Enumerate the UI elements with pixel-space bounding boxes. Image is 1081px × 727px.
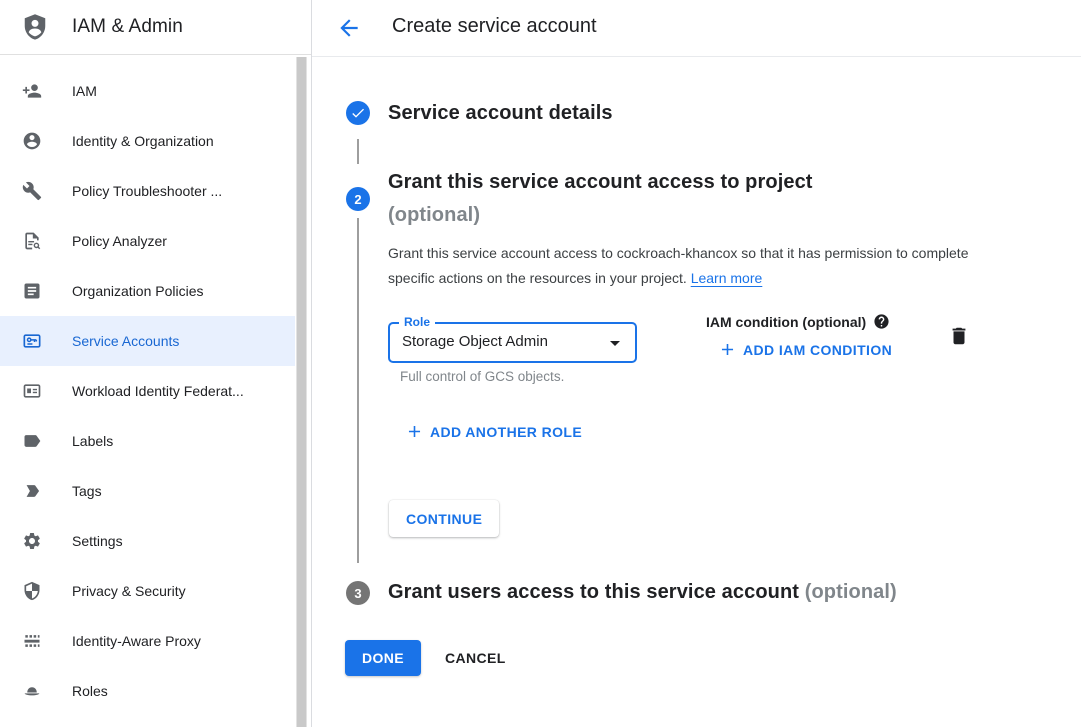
- sidebar-item-identity-organization[interactable]: Identity & Organization: [0, 116, 295, 166]
- sidebar-header: IAM & Admin: [0, 0, 311, 55]
- sidebar-item-service-accounts[interactable]: Service Accounts: [0, 316, 295, 366]
- add-another-role-button[interactable]: ADD ANOTHER ROLE: [405, 422, 582, 441]
- sidebar-item-label: Tags: [72, 483, 102, 499]
- step1-title: Service account details: [388, 100, 613, 126]
- plus-icon: [405, 422, 424, 441]
- sidebar-item-tags[interactable]: Tags: [0, 466, 295, 516]
- help-icon[interactable]: [873, 313, 890, 330]
- sidebar-item-labels[interactable]: Labels: [0, 416, 295, 466]
- sidebar-item-label: Workload Identity Federat...: [72, 383, 244, 399]
- iam-admin-shield-icon: [20, 12, 50, 42]
- sidebar-item-label: Policy Analyzer: [72, 233, 167, 249]
- sidebar-item-workload-identity-federation[interactable]: Workload Identity Federat...: [0, 366, 295, 416]
- policy-analyzer-icon: [22, 231, 42, 251]
- iam-condition-label: IAM condition (optional): [706, 314, 866, 330]
- sidebar-item-label: Settings: [72, 533, 123, 549]
- step3-optional-label: (optional): [805, 581, 897, 603]
- step-connector: [357, 139, 359, 164]
- sidebar-item-policy-troubleshooter[interactable]: Policy Troubleshooter ...: [0, 166, 295, 216]
- sidebar-item-privacy-security[interactable]: Privacy & Security: [0, 566, 295, 616]
- learn-more-link[interactable]: Learn more: [691, 270, 763, 286]
- delete-role-button[interactable]: [948, 325, 970, 347]
- step2-number-badge: 2: [346, 187, 370, 211]
- account-circle-icon: [22, 131, 42, 151]
- sidebar-item-label: Labels: [72, 433, 113, 449]
- document-icon: [22, 281, 42, 301]
- step3-number-badge: 3: [346, 581, 370, 605]
- step2-connector: [357, 218, 359, 563]
- cancel-button[interactable]: CANCEL: [437, 640, 514, 676]
- sidebar-item-iam[interactable]: IAM: [0, 66, 295, 116]
- service-account-icon: [22, 331, 42, 351]
- step2-description-text: Grant this service account access to coc…: [388, 245, 969, 286]
- sidebar-item-label: Privacy & Security: [72, 583, 186, 599]
- role-field-label: Role: [399, 315, 435, 329]
- add-another-role-label: ADD ANOTHER ROLE: [430, 424, 582, 440]
- sidebar-item-label: IAM: [72, 83, 97, 99]
- identity-card-icon: [22, 381, 42, 401]
- step2-title-text: Grant this service account access to pro…: [388, 171, 813, 193]
- dropdown-arrow-icon: [603, 331, 627, 355]
- sidebar-item-identity-aware-proxy[interactable]: Identity-Aware Proxy: [0, 616, 295, 666]
- role-select[interactable]: Role Storage Object Admin: [388, 322, 637, 363]
- add-iam-condition-button[interactable]: ADD IAM CONDITION: [718, 340, 892, 359]
- app-title: IAM & Admin: [72, 16, 183, 38]
- plus-icon: [718, 340, 737, 359]
- tag-arrow-icon: [22, 481, 42, 501]
- done-button[interactable]: DONE: [345, 640, 421, 676]
- proxy-icon: [22, 631, 42, 651]
- create-service-account-page: IAM & Admin IAM Identity & Organization …: [0, 0, 1081, 727]
- role-selected-value: Storage Object Admin: [402, 333, 548, 350]
- continue-button[interactable]: CONTINUE: [389, 500, 499, 537]
- step3-title: Grant users access to this service accou…: [388, 580, 897, 605]
- main-content: Service account details 2 Grant this ser…: [312, 57, 1081, 727]
- trash-icon: [948, 325, 970, 347]
- step2-description: Grant this service account access to coc…: [388, 241, 988, 291]
- sidebar-nav: IAM Identity & Organization Policy Troub…: [0, 66, 295, 716]
- sidebar-item-label: Service Accounts: [72, 333, 179, 349]
- sidebar-item-label: Identity-Aware Proxy: [72, 633, 201, 649]
- main-header: Create service account: [312, 0, 1081, 57]
- wrench-icon: [22, 181, 42, 201]
- sidebar-item-organization-policies[interactable]: Organization Policies: [0, 266, 295, 316]
- hat-icon: [22, 681, 42, 701]
- step3-title-text: Grant users access to this service accou…: [388, 581, 799, 603]
- step2-title: Grant this service account access to pro…: [388, 166, 948, 232]
- arrow-back-icon: [336, 15, 362, 41]
- role-helper-text: Full control of GCS objects.: [400, 369, 564, 384]
- sidebar-item-label: Organization Policies: [72, 283, 204, 299]
- sidebar-item-label: Identity & Organization: [72, 133, 214, 149]
- sidebar-item-policy-analyzer[interactable]: Policy Analyzer: [0, 216, 295, 266]
- back-button[interactable]: [336, 15, 362, 41]
- gear-icon: [22, 531, 42, 551]
- page-title: Create service account: [392, 15, 597, 38]
- step2-number: 2: [354, 192, 361, 207]
- sidebar-item-roles[interactable]: Roles: [0, 666, 295, 716]
- label-icon: [22, 431, 42, 451]
- iam-condition-header: IAM condition (optional): [706, 313, 890, 330]
- sidebar-item-settings[interactable]: Settings: [0, 516, 295, 566]
- sidebar-item-label: Policy Troubleshooter ...: [72, 183, 222, 199]
- sidebar: IAM & Admin IAM Identity & Organization …: [0, 0, 312, 727]
- add-iam-condition-label: ADD IAM CONDITION: [743, 342, 892, 358]
- shield-icon: [22, 581, 42, 601]
- person-add-icon: [22, 81, 42, 101]
- step1-completed-check-icon: [346, 101, 370, 125]
- step2-optional-label: (optional): [388, 199, 948, 232]
- sidebar-item-label: Roles: [72, 683, 108, 699]
- step3-number: 3: [354, 586, 361, 601]
- sidebar-scrollbar[interactable]: [296, 57, 307, 727]
